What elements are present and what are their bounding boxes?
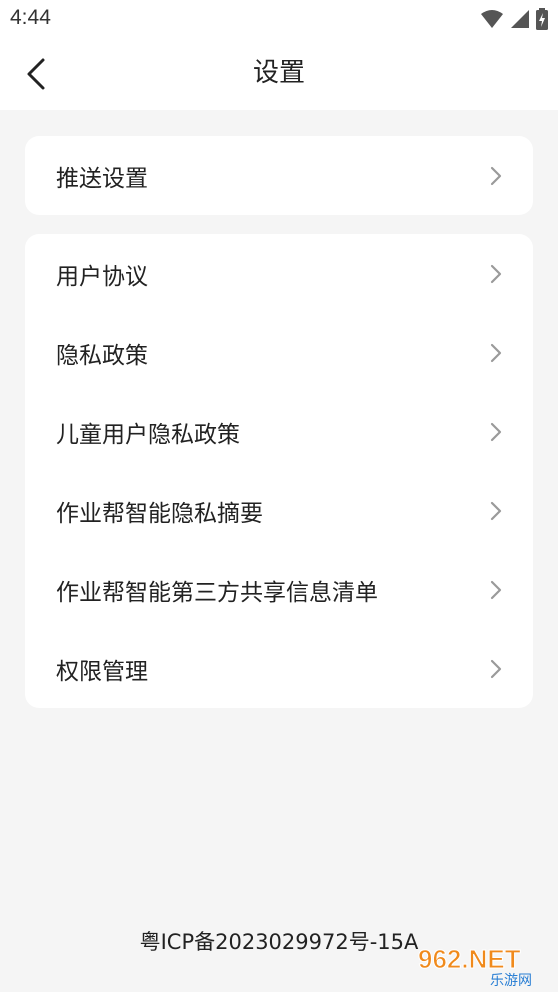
- row-privacy-summary[interactable]: 作业帮智能隐私摘要: [25, 471, 533, 550]
- row-label: 儿童用户隐私政策: [56, 421, 240, 448]
- settings-card-legal: 用户协议 隐私政策 儿童用户隐私政策 作业帮智能隐私摘要 作业帮智能第三方共享信…: [25, 234, 533, 708]
- row-push-settings[interactable]: 推送设置: [25, 136, 533, 215]
- row-permission-management[interactable]: 权限管理: [25, 629, 533, 708]
- chevron-right-icon: [490, 264, 502, 284]
- row-label: 作业帮智能第三方共享信息清单: [56, 579, 378, 606]
- watermark-brand: 962.NET: [418, 944, 521, 974]
- row-label: 隐私政策: [56, 342, 148, 369]
- chevron-right-icon: [490, 166, 502, 186]
- chevron-right-icon: [490, 422, 502, 442]
- chevron-right-icon: [490, 659, 502, 679]
- battery-icon: [536, 8, 548, 30]
- nav-bar: 设置: [0, 36, 558, 110]
- chevron-right-icon: [490, 343, 502, 363]
- row-label: 推送设置: [56, 165, 148, 192]
- watermark-logo: 962.NET 乐游网: [418, 944, 533, 989]
- row-label: 用户协议: [56, 263, 148, 290]
- settings-card-push: 推送设置: [25, 136, 533, 215]
- row-privacy-policy[interactable]: 隐私政策: [25, 313, 533, 392]
- wifi-icon: [481, 10, 503, 28]
- chevron-right-icon: [490, 501, 502, 521]
- row-label: 作业帮智能隐私摘要: [56, 500, 263, 527]
- page-title: 设置: [252, 58, 305, 88]
- status-time: 4:44: [10, 6, 51, 29]
- chevron-right-icon: [490, 580, 502, 600]
- watermark-sub: 乐游网: [490, 973, 532, 988]
- row-user-agreement[interactable]: 用户协议: [25, 234, 533, 313]
- row-third-party-sharing[interactable]: 作业帮智能第三方共享信息清单: [25, 550, 533, 629]
- signal-icon: [511, 10, 529, 28]
- status-icons: [480, 8, 548, 30]
- row-label: 权限管理: [56, 658, 148, 685]
- row-child-privacy-policy[interactable]: 儿童用户隐私政策: [25, 392, 533, 471]
- status-bar: 4:44: [0, 0, 558, 36]
